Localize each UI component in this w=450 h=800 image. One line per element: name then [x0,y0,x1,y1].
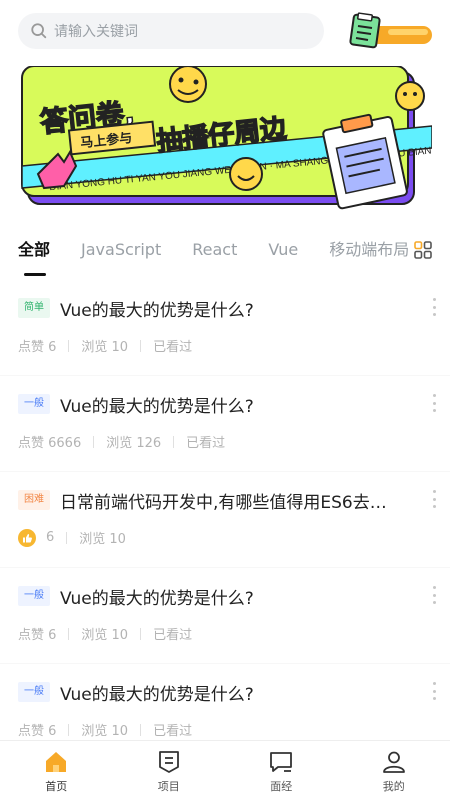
view-count: 浏览 10 [81,628,129,643]
difficulty-badge: 困难 [18,490,50,510]
banner-illustration: DIAN YONG HU TI YAN YOU JIANG WEN JUAN ·… [18,66,432,216]
question-title: Vue的最大的优势是什么? [60,684,254,705]
divider [68,723,70,736]
divider [140,339,142,352]
divider [68,339,70,352]
list-item[interactable]: 一般 Vue的最大的优势是什么? 点赞 6 浏览 10 已看过 [0,568,450,664]
tabbar-label: 首页 [45,780,68,793]
tabbar-project[interactable]: 项目 [113,741,226,800]
tab-javascript[interactable]: JavaScript [81,232,161,268]
divider [173,435,175,448]
user-icon [382,751,405,773]
question-title: Vue的最大的优势是什么? [60,300,254,321]
view-count: 浏览 10 [81,340,129,355]
more-options-icon[interactable] [432,490,436,508]
list-item[interactable]: 困难 日常前端代码开发中,有哪些值得用ES6去改进的编程优化或者规范? 6 浏览… [0,472,450,568]
viewed-status: 已看过 [186,436,226,451]
like-count: 点赞 6 [18,340,57,355]
tabbar-label: 项目 [157,780,180,793]
view-count: 浏览 10 [79,532,126,547]
difficulty-badge: 简单 [18,298,50,318]
difficulty-badge: 一般 [18,586,50,606]
tab-all[interactable]: 全部 [18,232,50,276]
viewed-status: 已看过 [153,724,193,739]
search-bar[interactable]: 请输入关键词 [18,13,324,49]
tabbar-label: 面经 [270,780,293,793]
view-count: 浏览 10 [81,724,129,739]
promo-banner[interactable]: DIAN YONG HU TI YAN YOU JIANG WEN JUAN ·… [18,66,432,216]
tab-mobile-layout[interactable]: 移动端布局 [329,232,409,268]
divider [140,723,142,736]
more-options-icon[interactable] [432,298,436,316]
divider [68,627,70,640]
tabbar-mine[interactable]: 我的 [338,741,450,800]
question-title: 日常前端代码开发中,有哪些值得用ES6去改进的编程优化或者规范? [60,492,400,513]
viewed-status: 已看过 [153,628,193,643]
like-count: 6 [46,530,55,545]
view-count: 浏览 126 [106,436,162,451]
category-tabs: 全部 JavaScript React Vue 移动端布局 [18,232,414,276]
question-title: Vue的最大的优势是什么? [60,588,254,609]
tabbar-label: 我的 [382,780,405,793]
difficulty-badge: 一般 [18,682,50,702]
tab-react[interactable]: React [192,232,237,268]
chat-icon [270,752,293,772]
header: 请输入关键词 [0,0,450,60]
divider [93,435,95,448]
tab-vue[interactable]: Vue [268,232,298,268]
quiz-clipboard-icon[interactable] [348,12,434,50]
more-options-icon[interactable] [432,586,436,604]
home-icon [46,752,67,772]
divider [66,531,68,544]
tabbar-home[interactable]: 首页 [0,741,113,800]
more-options-icon[interactable] [432,394,436,412]
like-icon[interactable] [18,528,36,547]
difficulty-badge: 一般 [18,394,50,414]
viewed-status: 已看过 [153,340,193,355]
bottom-tab-bar: 首页 项目 面经 我的 [0,740,450,800]
divider [140,627,142,640]
project-icon [158,751,179,773]
search-placeholder: 请输入关键词 [54,24,138,40]
list-item[interactable]: 一般 Vue的最大的优势是什么? 点赞 6666 浏览 126 已看过 [0,376,450,472]
like-count: 点赞 6666 [18,436,82,451]
list-item[interactable]: 简单 Vue的最大的优势是什么? 点赞 6 浏览 10 已看过 [0,280,450,376]
question-title: Vue的最大的优势是什么? [60,396,254,417]
more-options-icon[interactable] [432,682,436,700]
search-icon [31,23,47,39]
like-count: 点赞 6 [18,724,57,739]
question-list: 简单 Vue的最大的优势是什么? 点赞 6 浏览 10 已看过 一般 Vue的最… [0,280,450,760]
like-count: 点赞 6 [18,628,57,643]
tabbar-interview[interactable]: 面经 [225,741,338,800]
grid-icon[interactable] [414,241,432,259]
